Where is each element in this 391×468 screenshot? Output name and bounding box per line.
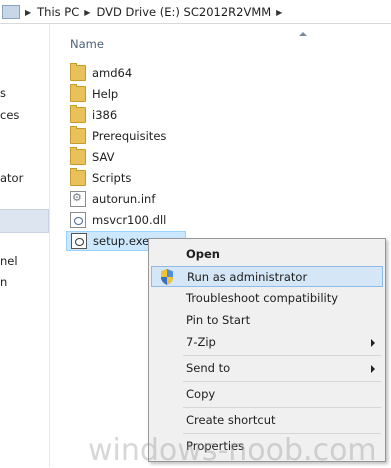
- chevron-right-icon[interactable]: ▶: [84, 8, 90, 17]
- breadcrumb-this-pc[interactable]: This PC: [37, 5, 79, 19]
- menu-item-label: Open: [186, 247, 220, 261]
- menu-separator: [183, 407, 381, 408]
- menu-separator: [183, 355, 381, 356]
- computer-icon: [2, 5, 20, 19]
- file-name: i386: [92, 108, 118, 122]
- nav-item[interactable]: nel: [0, 254, 18, 268]
- menu-separator: [183, 381, 381, 382]
- column-header-bar: Name: [62, 32, 391, 56]
- menu-item-run-as-administrator[interactable]: Run as administrator: [151, 266, 383, 287]
- folder-icon: [70, 63, 86, 81]
- list-item[interactable]: msvcr100.dll: [66, 210, 381, 230]
- list-item[interactable]: Scripts: [66, 168, 381, 188]
- file-name: amd64: [92, 66, 133, 80]
- menu-item-label: Pin to Start: [186, 313, 251, 327]
- menu-item-troubleshoot-compatibility[interactable]: Troubleshoot compatibility: [151, 288, 383, 309]
- menu-item-label: 7-Zip: [186, 335, 216, 349]
- list-item[interactable]: Help: [66, 84, 381, 104]
- menu-item-pin-to-start[interactable]: Pin to Start: [151, 310, 383, 331]
- context-menu: Open Run as administrator Troubleshoot c…: [148, 238, 386, 462]
- sort-ascending-icon: [299, 32, 307, 36]
- folder-icon: [70, 147, 86, 165]
- file-name: SAV: [92, 150, 115, 164]
- folder-icon: [70, 84, 86, 102]
- file-name: msvcr100.dll: [92, 213, 167, 227]
- menu-item-label: Send to: [186, 361, 231, 375]
- folder-icon: [70, 105, 86, 123]
- navigation-pane[interactable]: s ces ator nel n: [0, 24, 50, 467]
- dll-file-icon: [70, 212, 86, 228]
- menu-item-create-shortcut[interactable]: Create shortcut: [151, 410, 383, 431]
- watermark: windows-noob.com: [88, 433, 377, 468]
- list-item[interactable]: amd64: [66, 63, 381, 83]
- file-name: autorun.inf: [92, 192, 156, 206]
- column-header-name[interactable]: Name: [70, 37, 104, 51]
- submenu-arrow-icon: [371, 365, 375, 373]
- nav-item[interactable]: ator: [0, 171, 23, 185]
- list-item[interactable]: Prerequisites: [66, 126, 381, 146]
- nav-item-selected[interactable]: [0, 209, 49, 233]
- folder-icon: [70, 126, 86, 144]
- setup-exe-icon: [71, 233, 87, 249]
- shield-icon: [161, 269, 173, 285]
- menu-item-label: Create shortcut: [186, 413, 276, 427]
- nav-item[interactable]: n: [0, 275, 7, 289]
- file-name: Prerequisites: [92, 129, 167, 143]
- file-name: Scripts: [92, 171, 132, 185]
- file-name: Help: [92, 87, 119, 101]
- chevron-right-icon[interactable]: ▶: [276, 8, 282, 17]
- menu-item-send-to[interactable]: Send to: [151, 358, 383, 379]
- folder-icon: [70, 168, 86, 186]
- list-item[interactable]: autorun.inf: [66, 189, 381, 209]
- nav-item[interactable]: s: [0, 86, 6, 100]
- address-bar[interactable]: ▶ This PC ▶ DVD Drive (E:) SC2012R2VMM ▶: [0, 0, 391, 24]
- menu-item-label: Copy: [186, 387, 216, 401]
- submenu-arrow-icon: [371, 339, 375, 347]
- settings-file-icon: [70, 191, 86, 207]
- menu-item-open[interactable]: Open: [151, 244, 383, 265]
- list-item[interactable]: i386: [66, 105, 381, 125]
- breadcrumb-dvd-drive[interactable]: DVD Drive (E:) SC2012R2VMM: [96, 5, 271, 19]
- menu-item-label: Troubleshoot compatibility: [186, 291, 339, 305]
- nav-item[interactable]: ces: [0, 108, 19, 122]
- menu-item-7zip[interactable]: 7-Zip: [151, 332, 383, 353]
- file-name: setup.exe: [93, 234, 150, 248]
- chevron-right-icon[interactable]: ▶: [25, 8, 31, 17]
- menu-item-label: Run as administrator: [187, 270, 308, 284]
- list-item[interactable]: SAV: [66, 147, 381, 167]
- menu-item-copy[interactable]: Copy: [151, 384, 383, 405]
